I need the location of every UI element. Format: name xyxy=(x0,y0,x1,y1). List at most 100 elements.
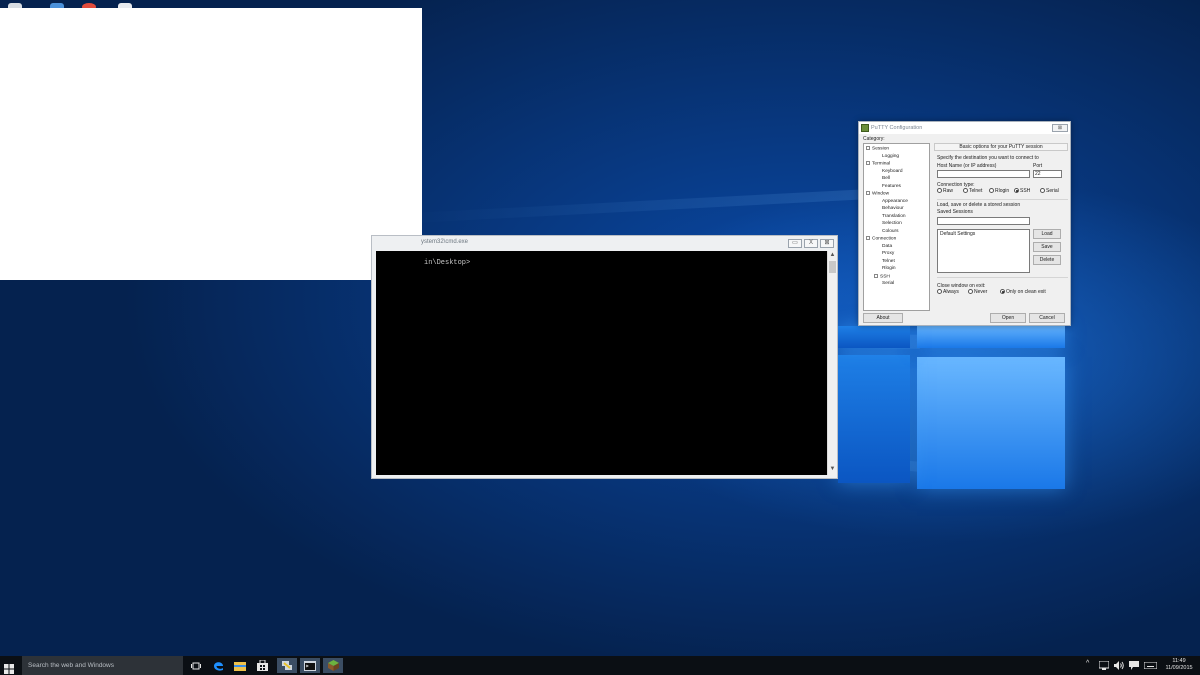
tree-item-telnet[interactable]: Telnet xyxy=(882,259,895,264)
radio-button-icon[interactable] xyxy=(1014,188,1019,194)
volume-icon[interactable] xyxy=(1114,661,1124,672)
session-list-item[interactable]: Default Settings xyxy=(940,231,1027,237)
tree-item-behaviour[interactable]: Behaviour xyxy=(882,206,904,211)
tree-expander-icon[interactable] xyxy=(866,236,870,240)
action-center-icon[interactable] xyxy=(1129,661,1139,672)
connection-type-group[interactable]: Raw Telnet Rlogin SSH Serial xyxy=(937,188,1067,196)
saved-sessions-input[interactable] xyxy=(937,217,1030,225)
tree-item-label: Rlogin xyxy=(882,266,896,271)
close-on-exit-group[interactable]: Always Never Only on clean exit xyxy=(937,289,1067,297)
save-button[interactable]: Save xyxy=(1033,242,1061,252)
tray-chevron-icon[interactable]: ^ xyxy=(1086,660,1089,667)
radio-button-icon[interactable] xyxy=(963,188,968,194)
cmd-titlebar[interactable]: ystem32\cmd.exe ▭ X ⊠ xyxy=(372,236,837,251)
radio-button-icon[interactable] xyxy=(1040,188,1045,194)
radio-always[interactable]: Always xyxy=(937,289,959,295)
cmd-icon[interactable] xyxy=(300,658,320,673)
host-input[interactable] xyxy=(937,170,1030,178)
tree-item-translation[interactable]: Translation xyxy=(882,214,906,219)
scroll-up-icon[interactable]: ▲ xyxy=(828,251,837,260)
keyboard-icon[interactable] xyxy=(1143,661,1158,671)
tree-item-ssh[interactable]: SSH xyxy=(874,273,890,279)
radio-button-icon[interactable] xyxy=(989,188,994,194)
radio-button-icon[interactable] xyxy=(968,289,973,295)
radio-only-on-clean-exit[interactable]: Only on clean exit xyxy=(1000,289,1046,295)
clock[interactable]: 11:49 11/09/2015 xyxy=(1162,658,1196,672)
tree-item-keyboard[interactable]: Keyboard xyxy=(882,169,903,174)
cmd-scrollbar[interactable]: ▲ ▼ xyxy=(827,251,836,475)
tree-item-label: Colours xyxy=(882,228,899,234)
scroll-down-icon[interactable]: ▼ xyxy=(828,465,837,474)
tree-expander-icon[interactable] xyxy=(866,161,870,165)
category-tree[interactable]: Session Logging Terminal Keyboard Bell Featur… xyxy=(863,143,930,311)
tree-item-appearance[interactable]: Appearance xyxy=(882,199,908,204)
scroll-thumb[interactable] xyxy=(829,261,836,273)
edge-icon[interactable] xyxy=(208,658,228,673)
tree-item-proxy[interactable]: Proxy xyxy=(882,251,894,256)
file-explorer-icon[interactable] xyxy=(230,658,250,673)
close-button[interactable]: ⊠ xyxy=(820,239,834,248)
load-button[interactable]: Load xyxy=(1033,229,1061,239)
tree-item-label: Appearance xyxy=(882,198,908,204)
port-label: Port xyxy=(1033,163,1043,169)
cmd-prompt: in\Desktop> xyxy=(424,259,471,267)
putty-icon[interactable] xyxy=(277,658,297,673)
putty-title: PuTTY Configuration xyxy=(871,125,923,131)
tree-item-session[interactable]: Session xyxy=(866,146,889,151)
tree-item-colours[interactable]: Colours xyxy=(882,229,899,234)
separator xyxy=(937,277,1068,278)
tree-expander-icon[interactable] xyxy=(866,146,870,150)
about-button[interactable]: About xyxy=(863,313,903,323)
port-input[interactable]: 22 xyxy=(1033,170,1062,178)
cancel-button[interactable]: Cancel xyxy=(1029,313,1065,323)
tree-item-label: Data xyxy=(882,243,893,249)
clock-date: 11/09/2015 xyxy=(1165,665,1193,671)
putty-window[interactable]: PuTTY Configuration ⊠ Category: Session L… xyxy=(858,121,1071,326)
tree-item-terminal[interactable]: Terminal xyxy=(866,161,890,166)
tree-item-bell[interactable]: Bell xyxy=(882,176,890,181)
radio-raw[interactable]: Raw xyxy=(937,188,953,194)
maximize-button[interactable]: X xyxy=(804,239,818,248)
radio-button-icon[interactable] xyxy=(937,188,942,194)
sessions-list[interactable]: Default Settings xyxy=(937,229,1030,273)
tree-item-window[interactable]: Window xyxy=(866,191,889,196)
putty-titlebar[interactable]: PuTTY Configuration ⊠ xyxy=(859,122,1070,134)
radio-never[interactable]: Never xyxy=(968,289,987,295)
tree-item-features[interactable]: Features xyxy=(882,184,901,189)
tree-expander-icon[interactable] xyxy=(866,191,870,195)
tree-item-logging[interactable]: Logging xyxy=(882,154,899,159)
tree-item-connection[interactable]: Connection xyxy=(866,236,896,241)
radio-ssh[interactable]: SSH xyxy=(1014,188,1030,194)
close-button[interactable]: ⊠ xyxy=(1052,124,1068,132)
tree-item-label: Terminal xyxy=(872,161,891,167)
store-icon[interactable] xyxy=(252,658,272,673)
tree-item-label: Session xyxy=(872,146,890,152)
radio-label: Always xyxy=(943,289,959,295)
tree-item-serial[interactable]: Serial xyxy=(882,281,894,286)
tree-expander-icon[interactable] xyxy=(874,273,878,278)
cmd-console[interactable]: in\Desktop> xyxy=(376,251,827,475)
destination-label: Specify the destination you want to conn… xyxy=(937,155,1039,161)
radio-button-icon[interactable] xyxy=(1000,289,1005,295)
tree-item-label: Connection xyxy=(872,236,897,242)
search-box[interactable]: Search the web and Windows xyxy=(22,656,183,675)
tree-item-label: SSH xyxy=(880,273,890,279)
minecraft-icon[interactable] xyxy=(323,658,343,673)
tree-item-selection[interactable]: Selection xyxy=(882,221,902,226)
network-icon[interactable] xyxy=(1098,660,1110,672)
start-button[interactable] xyxy=(4,661,14,674)
radio-button-icon[interactable] xyxy=(937,289,942,295)
open-button[interactable]: Open xyxy=(990,313,1026,323)
minimize-button[interactable]: ▭ xyxy=(788,239,802,248)
task-view-icon[interactable] xyxy=(186,658,206,673)
tree-item-rlogin[interactable]: Rlogin xyxy=(882,266,896,271)
radio-serial[interactable]: Serial xyxy=(1040,188,1059,194)
clock-time: 11:49 xyxy=(1172,658,1186,664)
radio-rlogin[interactable]: Rlogin xyxy=(989,188,1009,194)
radio-telnet[interactable]: Telnet xyxy=(963,188,982,194)
tree-item-data[interactable]: Data xyxy=(882,244,892,249)
cmd-window[interactable]: ystem32\cmd.exe ▭ X ⊠ in\Desktop> ▲ ▼ xyxy=(371,235,838,479)
radio-label: Raw xyxy=(943,188,954,194)
blank-window[interactable] xyxy=(0,8,422,280)
delete-button[interactable]: Delete xyxy=(1033,255,1061,265)
